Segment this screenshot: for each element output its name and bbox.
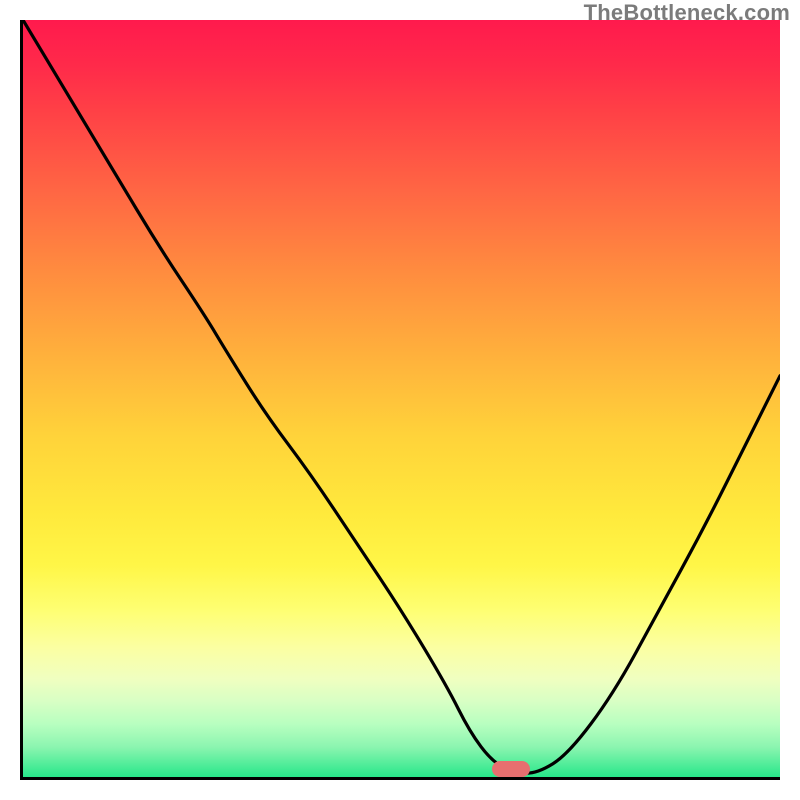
curve-path: [23, 20, 780, 773]
optimal-marker: [492, 761, 530, 777]
bottleneck-chart: TheBottleneck.com: [0, 0, 800, 800]
bottleneck-curve: [23, 20, 780, 777]
plot-area: [20, 20, 780, 780]
